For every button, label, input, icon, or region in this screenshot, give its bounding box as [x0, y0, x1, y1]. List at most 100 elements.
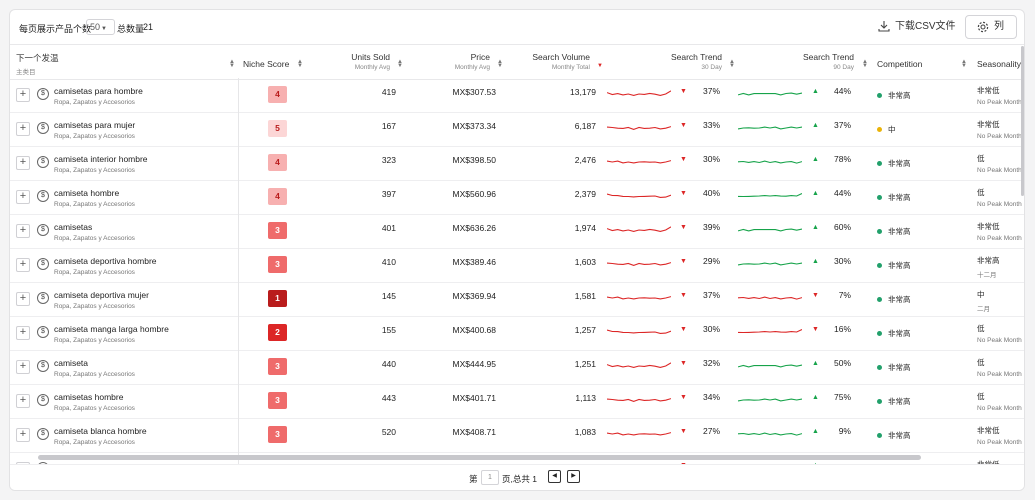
- trend-30-sparkline: [606, 119, 672, 142]
- trend-down-icon: ▼: [812, 326, 819, 333]
- coin-icon[interactable]: $: [37, 224, 49, 236]
- table-row[interactable]: + $ camiseta Ropa, Zapatos y Accesorios 3 440…: [10, 350, 1024, 385]
- horizontal-scrollbar[interactable]: [38, 455, 921, 460]
- category-text: Ropa, Zapatos y Accesorios: [54, 303, 135, 310]
- keyword-text[interactable]: camiseta deportiva hombre: [54, 256, 157, 266]
- table-row[interactable]: + $ camiseta deportiva hombre Ropa, Zapatos…: [10, 248, 1024, 283]
- download-csv-button[interactable]: 下载CSV文件: [874, 15, 956, 39]
- expand-plus-icon[interactable]: +: [16, 224, 30, 238]
- trend-30-sparkline: [606, 187, 672, 210]
- keyword-text[interactable]: camiseta deportiva mujer: [54, 290, 149, 300]
- sort-icon[interactable]: ▲ ▼: [729, 59, 735, 69]
- sort-icon[interactable]: ▲ ▼: [862, 59, 868, 69]
- trend-90-sparkline: [737, 255, 803, 278]
- seasonality-peak: No Peak Month: [977, 167, 1022, 174]
- page-input[interactable]: 1: [481, 470, 499, 485]
- expand-plus-icon[interactable]: +: [16, 88, 30, 102]
- keyword-text[interactable]: camisetas para mujer: [54, 120, 135, 130]
- col-keyword-header[interactable]: 下一个发温 主类目: [16, 52, 59, 76]
- expand-plus-icon[interactable]: +: [16, 190, 30, 204]
- expand-plus-icon[interactable]: +: [16, 360, 30, 374]
- trend-30-percent: 29%: [702, 256, 720, 266]
- sort-icon[interactable]: ▲ ▼: [397, 59, 403, 69]
- trend-30-sparkline: [606, 425, 672, 448]
- trend-down-icon: ▼: [680, 88, 687, 95]
- coin-icon[interactable]: $: [37, 156, 49, 168]
- table-row[interactable]: + $ camisetas Ropa, Zapatos y Accesorios 3 40…: [10, 214, 1024, 249]
- columns-button[interactable]: 列: [965, 15, 1017, 39]
- keyword-text[interactable]: camisetas para hombre: [54, 86, 143, 96]
- col-volume-header[interactable]: Search Volume Monthly Total: [520, 52, 590, 71]
- table-row[interactable]: + $ camiseta hombre Ropa, Zapatos y Accesor…: [10, 180, 1024, 215]
- table-row[interactable]: + $ camiseta interior hombre Ropa, Zapatos …: [10, 146, 1024, 181]
- keyword-text[interactable]: camiseta manga larga hombre: [54, 324, 169, 334]
- trend-30-percent: 37%: [702, 86, 720, 96]
- table-row[interactable]: + $ camisetas para mujer Ropa, Zapatos y Ac…: [10, 112, 1024, 147]
- col-competition-header[interactable]: Competition: [877, 59, 922, 69]
- keyword-text[interactable]: camiseta interior hombre: [54, 154, 148, 164]
- col-trend90-header[interactable]: Search Trend 90 Day: [782, 52, 854, 71]
- trend-30-percent: 27%: [702, 426, 720, 436]
- niche-score-badge: 2: [268, 324, 287, 341]
- category-text: Ropa, Zapatos y Accesorios: [54, 201, 135, 208]
- sort-icon[interactable]: ▲ ▼: [497, 59, 503, 69]
- col-units-title: Units Sold: [351, 52, 390, 62]
- coin-icon[interactable]: $: [37, 88, 49, 100]
- sort-desc-icon[interactable]: ▼: [597, 63, 603, 69]
- competition-value: 非常高: [888, 431, 911, 440]
- trend-90-percent: 7%: [838, 290, 851, 300]
- coin-icon[interactable]: $: [37, 258, 49, 270]
- col-price-header[interactable]: Price Monthly Avg: [430, 52, 490, 71]
- col-trend30-header[interactable]: Search Trend 30 Day: [650, 52, 722, 71]
- col-seasonality-header[interactable]: Seasonality: [977, 59, 1021, 69]
- expand-plus-icon[interactable]: +: [16, 394, 30, 408]
- keyword-text[interactable]: camisetas hombre: [54, 392, 123, 402]
- coin-icon[interactable]: $: [37, 292, 49, 304]
- table-row[interactable]: + $ camisetas para hombre Ropa, Zapatos y A…: [10, 78, 1024, 113]
- vertical-scrollbar[interactable]: [1021, 46, 1024, 196]
- coin-icon[interactable]: $: [37, 122, 49, 134]
- expand-plus-icon[interactable]: +: [16, 156, 30, 170]
- keyword-text[interactable]: camiseta hombre: [54, 188, 119, 198]
- coin-icon[interactable]: $: [37, 190, 49, 202]
- expand-plus-icon[interactable]: +: [16, 428, 30, 442]
- trend-90-sparkline: [737, 425, 803, 448]
- column-divider: [238, 214, 239, 248]
- trend-down-icon: ▼: [680, 360, 687, 367]
- keyword-text[interactable]: camiseta: [54, 358, 88, 368]
- competition-value: 非常高: [888, 329, 911, 338]
- pagination: 第 1 页,总共 1 ◀ ▶: [10, 464, 1024, 490]
- table-row[interactable]: + $ camisetas hombre Ropa, Zapatos y Acceso…: [10, 384, 1024, 419]
- coin-icon[interactable]: $: [37, 428, 49, 440]
- next-page-button[interactable]: ▶: [567, 470, 580, 483]
- sort-icon[interactable]: ▲ ▼: [297, 59, 303, 69]
- table-row[interactable]: + $ camiseta blanca hombre Ropa, Zapatos y …: [10, 418, 1024, 453]
- expand-plus-icon[interactable]: +: [16, 258, 30, 272]
- coin-icon[interactable]: $: [37, 360, 49, 372]
- trend-90-percent: 37%: [833, 120, 851, 130]
- trend-30-sparkline: [606, 221, 672, 244]
- col-units-header[interactable]: Units Sold Monthly Avg: [330, 52, 390, 71]
- prev-page-button[interactable]: ◀: [548, 470, 561, 483]
- chevron-down-icon: ▼: [101, 26, 107, 32]
- sort-icon[interactable]: ▲ ▼: [961, 59, 967, 69]
- coin-icon[interactable]: $: [37, 394, 49, 406]
- table-row[interactable]: + $ camiseta manga larga hombre Ropa, Zapat…: [10, 316, 1024, 351]
- price-value: MX$401.71: [452, 393, 496, 403]
- coin-icon[interactable]: $: [37, 326, 49, 338]
- expand-plus-icon[interactable]: +: [16, 326, 30, 340]
- expand-plus-icon[interactable]: +: [16, 122, 30, 136]
- price-value: MX$444.95: [452, 359, 496, 369]
- niche-score-badge: 3: [268, 358, 287, 375]
- table-row[interactable]: + $ camiseta deportiva mujer Ropa, Zapatos …: [10, 282, 1024, 317]
- expand-plus-icon[interactable]: +: [16, 292, 30, 306]
- per-page-select[interactable]: 50▼: [86, 19, 115, 35]
- keyword-text[interactable]: camiseta blanca hombre: [54, 426, 147, 436]
- trend-30-percent: 30%: [702, 324, 720, 334]
- col-niche-header[interactable]: Niche Score: [243, 59, 289, 69]
- competition-dot: [877, 365, 882, 370]
- trend-down-icon: ▼: [680, 428, 687, 435]
- toolbar: 每页展示产品个数 50▼ 总数量 21 下载CSV文件 列: [10, 10, 1024, 44]
- sort-icon[interactable]: ▲ ▼: [229, 59, 235, 69]
- keyword-text[interactable]: camisetas: [54, 222, 92, 232]
